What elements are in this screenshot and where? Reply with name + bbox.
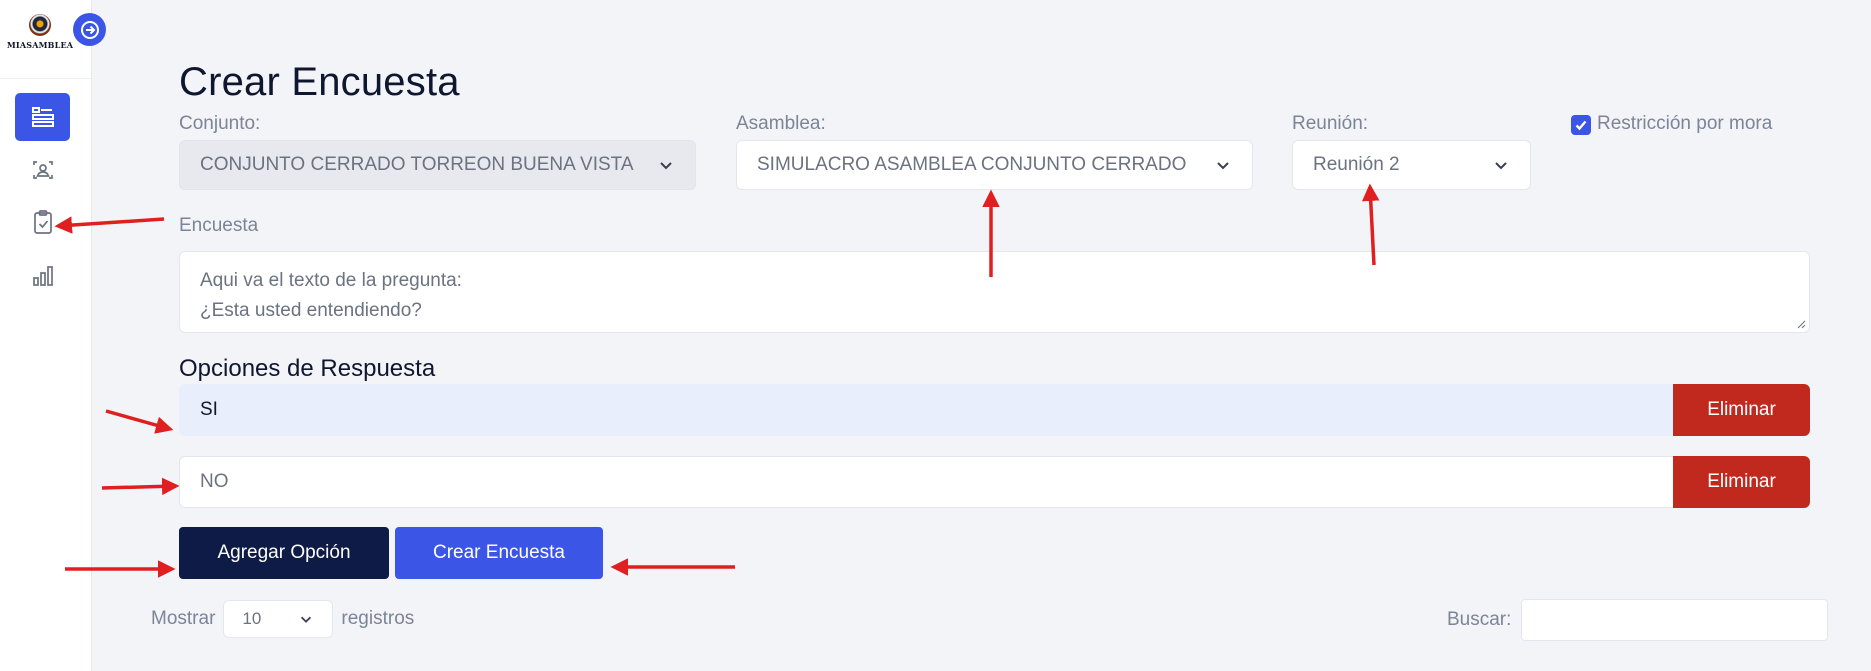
asamblea-value: SIMULACRO ASAMBLEA CONJUNTO CERRADO	[757, 154, 1187, 175]
bar-chart-icon	[32, 266, 53, 286]
option-input[interactable]: NO	[179, 456, 1673, 508]
sidebar-item-dashboard[interactable]	[15, 93, 70, 141]
reunion-value: Reunión 2	[1313, 154, 1400, 175]
options-section-title: Opciones de Respuesta	[179, 355, 436, 382]
sidebar-item-reports[interactable]	[15, 252, 70, 300]
conjunto-select[interactable]: CONJUNTO CERRADO TORREON BUENA VISTA	[179, 140, 696, 190]
search-label: Buscar:	[1447, 609, 1512, 630]
logo-text: MIASAMBLEA	[6, 40, 74, 50]
option-row: SI Eliminar	[179, 384, 1810, 436]
table-search-control: Buscar:	[1447, 599, 1829, 641]
page-length-select[interactable]: 10	[223, 600, 334, 638]
add-option-button[interactable]: Agregar Opción	[179, 527, 389, 579]
list-icon	[31, 107, 54, 127]
main-content: Crear Encuesta Conjunto: CONJUNTO CERRAD…	[91, 0, 1871, 671]
sidebar-divider	[0, 78, 91, 79]
page-length-value: 10	[242, 609, 262, 628]
delete-option-button[interactable]: Eliminar	[1673, 384, 1810, 436]
asamblea-label: Asamblea:	[736, 113, 826, 134]
encuesta-placeholder-line1: Aqui va el texto de la pregunta:	[200, 270, 462, 291]
brand-logo[interactable]: MIASAMBLEA	[7, 14, 73, 60]
search-input[interactable]	[1521, 599, 1829, 641]
sidebar-item-surveys[interactable]	[15, 198, 70, 246]
checkmark-icon	[1575, 120, 1587, 131]
page-title: Crear Encuesta	[179, 60, 460, 104]
chevron-down-icon	[1495, 162, 1507, 170]
show-label: Mostrar	[151, 608, 216, 629]
logo-emblem	[29, 14, 51, 36]
encuesta-placeholder-line2: ¿Esta usted entendiendo?	[200, 300, 422, 321]
encuesta-textarea[interactable]: Aqui va el texto de la pregunta: ¿Esta u…	[179, 251, 1810, 333]
restriccion-checkbox[interactable]	[1571, 115, 1591, 135]
arrow-right-icon	[80, 20, 99, 39]
delete-option-button[interactable]: Eliminar	[1673, 456, 1810, 508]
chevron-down-icon	[1217, 162, 1229, 170]
restriccion-label: Restricción por mora	[1597, 113, 1773, 134]
option-row: NO Eliminar	[179, 456, 1810, 508]
conjunto-label: Conjunto:	[179, 113, 261, 134]
table-length-control: Mostrar 10 registros	[151, 600, 414, 638]
reunion-label: Reunión:	[1292, 113, 1369, 134]
sidebar-item-users[interactable]	[15, 146, 70, 194]
records-label: registros	[341, 608, 415, 629]
chevron-down-icon	[301, 616, 312, 623]
conjunto-value: CONJUNTO CERRADO TORREON BUENA VISTA	[200, 154, 634, 175]
asamblea-select[interactable]: SIMULACRO ASAMBLEA CONJUNTO CERRADO	[736, 140, 1253, 190]
encuesta-label: Encuesta	[179, 215, 259, 236]
create-survey-button[interactable]: Crear Encuesta	[395, 527, 603, 579]
user-card-icon	[32, 161, 53, 179]
reunion-select[interactable]: Reunión 2	[1292, 140, 1531, 190]
sidebar-toggle-button[interactable]	[73, 13, 106, 46]
clipboard-check-icon	[33, 210, 52, 234]
option-input[interactable]: SI	[179, 384, 1673, 436]
resize-handle-icon[interactable]	[1796, 319, 1806, 329]
chevron-down-icon	[660, 162, 672, 170]
sidebar: MIASAMBLEA	[0, 0, 92, 671]
